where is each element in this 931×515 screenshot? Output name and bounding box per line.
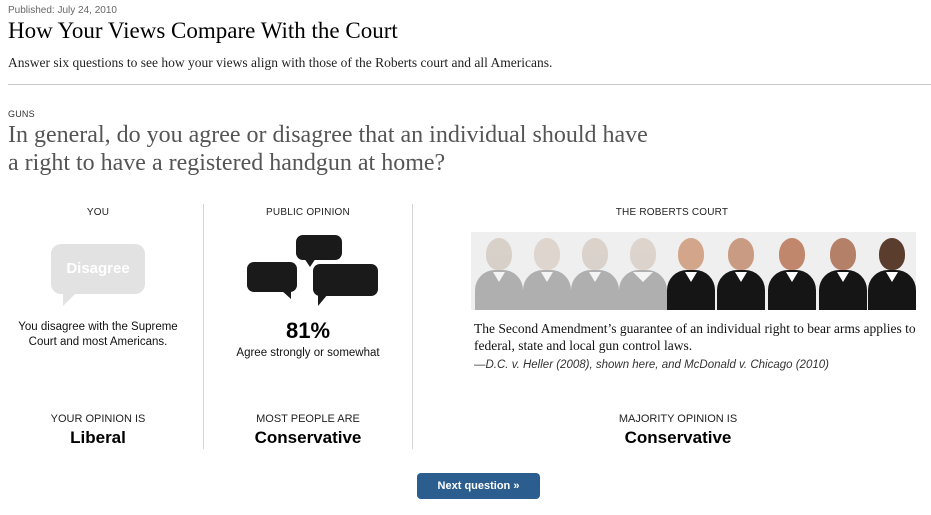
your-opinion-label: YOUR OPINION IS	[50, 413, 146, 425]
court-ruling-text: The Second Amendment’s guarantee of an i…	[474, 321, 916, 353]
justice-figure	[521, 232, 573, 310]
question-category: GUNS	[8, 109, 35, 119]
justice-figure	[473, 232, 525, 310]
page-subtitle: Answer six questions to see how your vie…	[8, 55, 553, 70]
next-question-button[interactable]: Next question »	[417, 473, 540, 499]
header-divider	[8, 84, 931, 85]
your-answer-description: You disagree with the Supreme Court and …	[18, 321, 178, 348]
justice-figure	[715, 232, 767, 310]
page-title: How Your Views Compare With the Court	[8, 18, 398, 43]
public-opinion-heading: PUBLIC OPINION	[266, 207, 350, 218]
your-answer: Disagree	[66, 260, 130, 277]
court-case-citation: —D.C. v. Heller (2008), shown here, and …	[474, 359, 829, 371]
majority-opinion-label: MAJORITY OPINION IS	[618, 413, 738, 425]
majority-opinion-value: Conservative	[624, 428, 732, 447]
public-opinion-percent: 81%	[285, 318, 331, 343]
question-text: In general, do you agree or disagree tha…	[8, 122, 648, 176]
justice-figure	[617, 232, 669, 310]
justice-figure	[766, 232, 818, 310]
justice-figure	[817, 232, 869, 310]
justice-figure	[569, 232, 621, 310]
public-opinion-label: MOST PEOPLE ARE	[256, 413, 360, 425]
your-opinion-value: Liberal	[70, 428, 126, 447]
public-opinion-value: Conservative	[254, 428, 362, 447]
justices-photo	[471, 232, 916, 310]
justice-figure	[665, 232, 717, 310]
public-opinion-description: Agree strongly or somewhat	[236, 347, 380, 359]
your-answer-bubble: Disagree	[51, 244, 145, 306]
roberts-court-heading: THE ROBERTS COURT	[615, 207, 729, 218]
justice-figure	[866, 232, 916, 310]
published-date: Published: July 24, 2010	[8, 5, 117, 16]
you-heading: YOU	[86, 207, 110, 218]
